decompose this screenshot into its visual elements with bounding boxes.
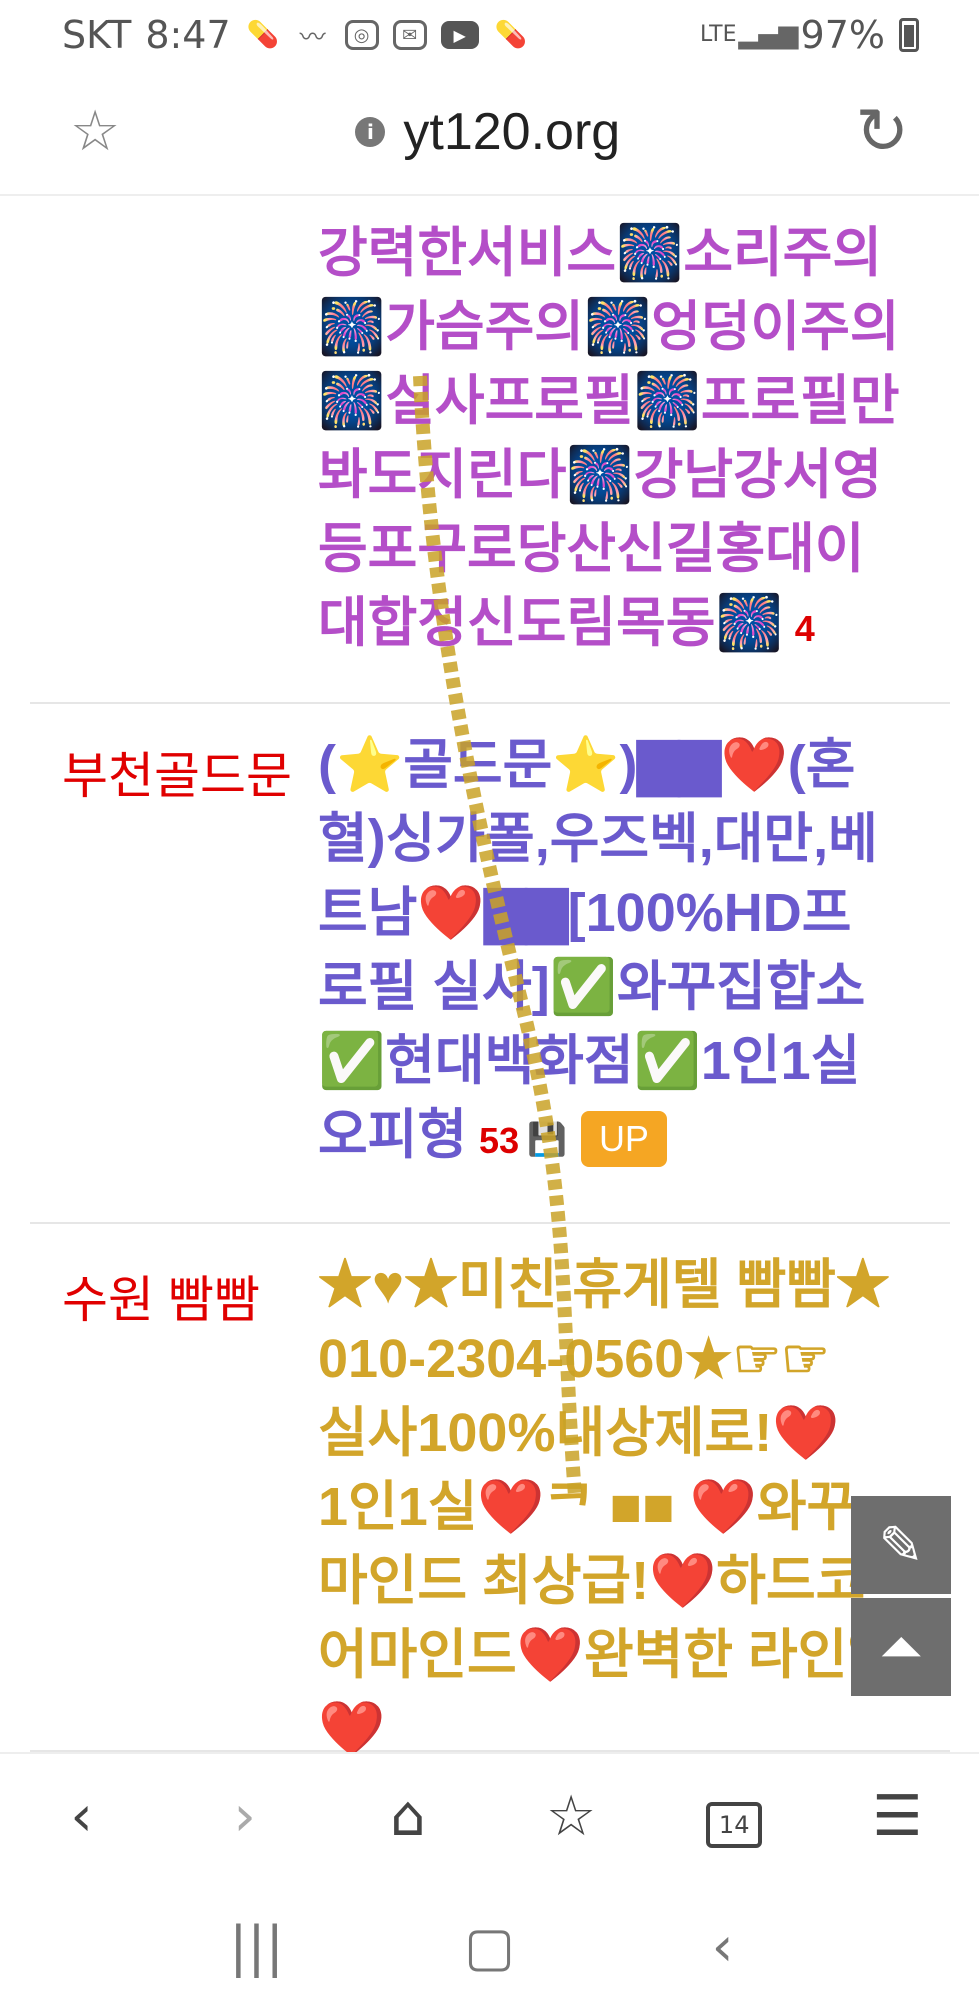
pencil-icon[interactable]: ✎ bbox=[851, 1496, 951, 1594]
desc-line: 강력한서비스🎆소리주의 bbox=[318, 223, 883, 283]
view-count: 53 bbox=[479, 1120, 520, 1161]
url-text: yt120.org bbox=[403, 103, 621, 161]
back-nav-icon[interactable]: ‹ bbox=[663, 1915, 783, 1978]
desc-line: 오피형 53 💾 UP bbox=[318, 1098, 948, 1178]
desc-line: ✅현대백화점✅1인1실 bbox=[318, 1031, 861, 1091]
desc-line: ★♥★미친 휴게텔 빰빰★ bbox=[318, 1255, 890, 1315]
home-nav-icon[interactable]: ▢ bbox=[430, 1915, 550, 1978]
browser-toolbar: ‹ › ⌂ ☆ 14 ☰ bbox=[0, 1752, 979, 1880]
youtube-icon: ▶ bbox=[440, 21, 479, 49]
desc-line: 봐도지린다🎆강남강서영 bbox=[318, 445, 883, 505]
recent-apps-icon[interactable]: ||| bbox=[197, 1915, 317, 1978]
listing-category[interactable]: 수원 빰빰 bbox=[62, 1260, 260, 1332]
listing-row[interactable]: 부천골드문 (⭐골드문⭐)▇▇❤️(혼 혈)싱가폴,우즈벡,대만,베 트남❤️▇… bbox=[30, 704, 950, 1224]
clock: 8:47 bbox=[145, 13, 231, 57]
listing-content: 강력한서비스🎆소리주의 🎆가슴주의🎆엉덩이주의 🎆실사프로필🎆프로필만 봐도지린… bbox=[0, 196, 979, 1752]
desc-line: 트남❤️▇▇[100%HD프 bbox=[318, 883, 852, 943]
listing-category[interactable]: 부천골드문 bbox=[62, 736, 292, 808]
desc-line: 혈)싱가폴,우즈벡,대만,베 bbox=[318, 809, 878, 869]
system-nav-bar: ||| ▢ ‹ bbox=[0, 1880, 979, 2013]
pill-icon: 💊 bbox=[246, 20, 279, 50]
desc-line: 로필 실사]✅와꾸집합소 bbox=[318, 957, 866, 1017]
view-count: 4 bbox=[794, 608, 815, 649]
desc-line: 🎆실사프로필🎆프로필만 bbox=[318, 371, 900, 431]
carrier-label: SKT bbox=[62, 13, 132, 57]
tab-count: 14 bbox=[706, 1801, 763, 1848]
status-right: LTE ▂▄▆ 97% bbox=[700, 13, 919, 57]
desc-line: 010-2304-0560★☞☞ bbox=[318, 1329, 830, 1389]
tabs-button[interactable]: 14 bbox=[684, 1787, 784, 1848]
status-bar: SKT 8:47 💊 〰 ◎ ✉ ▶ 💊 LTE ▂▄▆ 97% bbox=[0, 0, 979, 70]
battery-icon bbox=[899, 18, 919, 52]
forward-icon[interactable]: › bbox=[195, 1789, 295, 1845]
mail-icon: ✉ bbox=[392, 20, 427, 50]
listing-row[interactable]: 수원 빰빰 ★♥★미친 휴게텔 빰빰★ 010-2304-0560★☞☞ 실사1… bbox=[30, 1224, 950, 1752]
info-icon[interactable]: i bbox=[355, 117, 386, 147]
wave-icon: 〰 bbox=[299, 22, 326, 53]
desc-line: 실사100%내상제로!❤️ bbox=[318, 1403, 840, 1463]
back-icon[interactable]: ‹ bbox=[32, 1789, 132, 1845]
signal-icon: ▂▄▆ bbox=[738, 20, 799, 50]
url-bar: ☆ i yt120.org ↻ bbox=[0, 70, 979, 196]
desc-line: 🎆가슴주의🎆엉덩이주의 bbox=[318, 297, 900, 357]
reload-icon[interactable]: ↻ bbox=[855, 100, 909, 164]
desc-line: 대합정신도림목동🎆 4 bbox=[318, 593, 815, 653]
network-label: LTE bbox=[699, 22, 737, 47]
desc-line: (⭐골드문⭐)▇▇❤️(혼 bbox=[318, 735, 856, 795]
star-outline-icon[interactable]: ☆ bbox=[70, 104, 120, 160]
listing-description[interactable]: 강력한서비스🎆소리주의 🎆가슴주의🎆엉덩이주의 🎆실사프로필🎆프로필만 봐도지린… bbox=[318, 216, 948, 666]
compass-icon: ◎ bbox=[344, 20, 379, 50]
up-badge[interactable]: UP bbox=[580, 1110, 667, 1167]
listing-description[interactable]: (⭐골드문⭐)▇▇❤️(혼 혈)싱가폴,우즈벡,대만,베 트남❤️▇▇[100%… bbox=[318, 728, 948, 1178]
floppy-icon: 💾 bbox=[527, 1120, 567, 1157]
battery-level: 97% bbox=[800, 13, 885, 57]
status-left: SKT 8:47 💊 〰 ◎ ✉ ▶ 💊 bbox=[62, 13, 529, 57]
scroll-top-icon[interactable]: ⏶ bbox=[851, 1598, 951, 1696]
desc-line: 등포구로당산신길홍대이 bbox=[318, 519, 865, 579]
menu-icon[interactable]: ☰ bbox=[847, 1789, 947, 1845]
address-field[interactable]: i yt120.org bbox=[355, 102, 620, 162]
bookmarks-icon[interactable]: ☆ bbox=[521, 1789, 621, 1845]
home-icon[interactable]: ⌂ bbox=[358, 1789, 458, 1845]
pill-icon-2: 💊 bbox=[494, 20, 527, 50]
listing-row[interactable]: 강력한서비스🎆소리주의 🎆가슴주의🎆엉덩이주의 🎆실사프로필🎆프로필만 봐도지린… bbox=[30, 196, 950, 704]
desc-line: ❤️ bbox=[318, 1699, 386, 1752]
